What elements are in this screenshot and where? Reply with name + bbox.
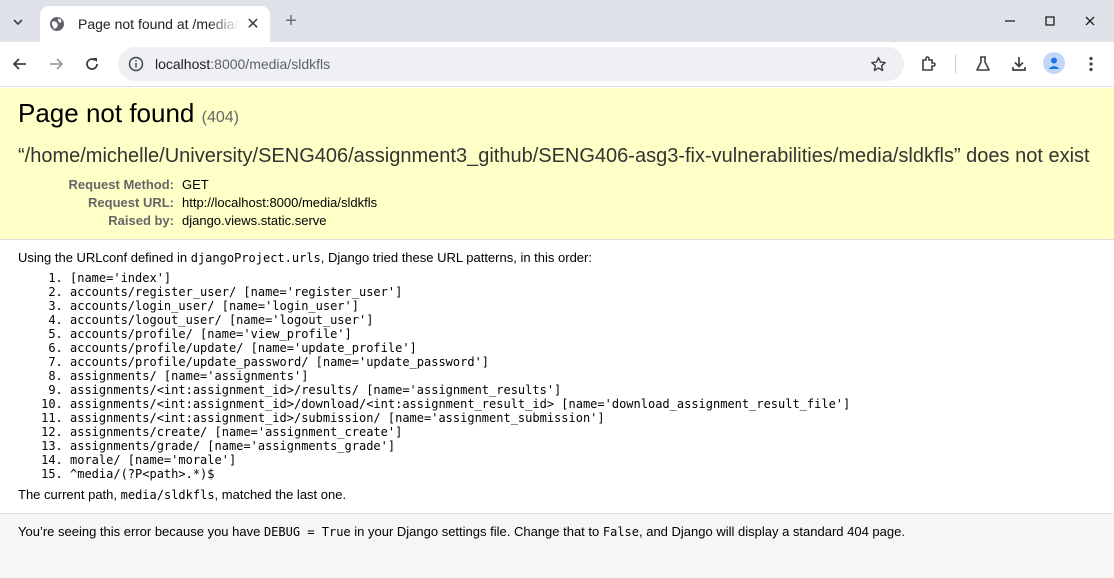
meta-label: Request Method: <box>68 177 174 192</box>
url-pattern-list: [name='index'] accounts/register_user/ [… <box>18 271 1096 481</box>
list-item: morale/ [name='morale'] <box>70 453 1096 467</box>
error-summary: Page not found (404) “/home/michelle/Uni… <box>0 88 1114 240</box>
list-item: assignments/create/ [name='assignment_cr… <box>70 425 1096 439</box>
list-item: accounts/profile/update/ [name='update_p… <box>70 341 1096 355</box>
current-path: media/sldkfls <box>120 488 215 502</box>
list-item: accounts/logout_user/ [name='logout_user… <box>70 313 1096 327</box>
url-host: localhost <box>155 56 211 72</box>
error-code: (404) <box>201 109 239 126</box>
url-patterns-info: Using the URLconf defined in djangoProje… <box>0 240 1114 503</box>
new-tab-icon[interactable]: + <box>280 10 302 32</box>
tab-active[interactable]: Page not found at /media/sldkfls ✕ <box>40 6 270 42</box>
kebab-menu-icon[interactable] <box>1080 53 1102 75</box>
intro-text-end: , Django tried these URL patterns, in th… <box>320 250 592 265</box>
list-item: assignments/<int:assignment_id>/results/… <box>70 383 1096 397</box>
star-icon[interactable] <box>868 54 888 74</box>
urlconf-intro: Using the URLconf defined in djangoProje… <box>18 250 1096 266</box>
page-title: Page not found (404) <box>18 98 1096 133</box>
meta-value: django.views.static.serve <box>182 213 327 228</box>
explanation-middle: in your Django settings file. Change tha… <box>350 524 603 539</box>
intro-text: Using the URLconf defined in <box>18 250 191 265</box>
list-item: [name='index'] <box>70 271 1096 285</box>
download-icon[interactable] <box>1008 53 1030 75</box>
address-bar[interactable]: localhost:8000/media/sldkfls <box>118 47 904 81</box>
url-path: :8000/media/sldkfls <box>210 56 331 72</box>
list-item: assignments/<int:assignment_id>/submissi… <box>70 411 1096 425</box>
meta-row: Request URL: http://localhost:8000/media… <box>22 194 377 212</box>
error-heading: Page not found <box>18 98 195 128</box>
chevron-down-icon[interactable] <box>6 10 30 34</box>
current-text: The current path, <box>18 487 121 502</box>
info-icon[interactable] <box>126 54 146 74</box>
arrow-right-icon[interactable] <box>44 52 68 76</box>
maximize-icon[interactable] <box>1039 10 1061 32</box>
debug-explanation: You’re seeing this error because you hav… <box>0 513 1114 578</box>
list-item: assignments/ [name='assignments'] <box>70 369 1096 383</box>
current-path-note: The current path, media/sldkfls, matched… <box>18 487 1096 503</box>
reload-icon[interactable] <box>80 52 104 76</box>
puzzle-icon[interactable] <box>918 53 940 75</box>
meta-row: Raised by: django.views.static.serve <box>22 212 377 230</box>
list-item: assignments/grade/ [name='assignments_gr… <box>70 439 1096 453</box>
person-icon[interactable] <box>1043 52 1065 74</box>
meta-row: Request Method: GET <box>22 176 377 194</box>
meta-label: Raised by: <box>108 213 174 228</box>
list-item: accounts/register_user/ [name='register_… <box>70 285 1096 299</box>
url-text: localhost:8000/media/sldkfls <box>155 56 330 72</box>
debug-setting: DEBUG = True <box>263 525 351 539</box>
list-item: accounts/profile/update_password/ [name=… <box>70 355 1096 369</box>
flask-icon[interactable] <box>972 53 994 75</box>
explanation-end: , and Django will display a standard 404… <box>639 524 905 539</box>
page-content: Page not found (404) “/home/michelle/Uni… <box>0 88 1114 578</box>
globe-icon <box>49 16 65 32</box>
explanation-text: You’re seeing this error because you hav… <box>18 524 1096 540</box>
meta-label: Request URL: <box>88 195 174 210</box>
request-meta-table: Request Method: GET Request URL: http://… <box>22 176 378 230</box>
list-item: ^media/(?P<path>.*)$ <box>70 467 1096 481</box>
browser-toolbar: localhost:8000/media/sldkfls <box>0 42 1114 87</box>
error-message: “/home/michelle/University/SENG406/assig… <box>18 145 1090 167</box>
list-item: accounts/login_user/ [name='login_user'] <box>70 299 1096 313</box>
minimize-icon[interactable] <box>999 10 1021 32</box>
explanation-start: You’re seeing this error because you hav… <box>18 524 264 539</box>
current-text-end: , matched the last one. <box>214 487 347 502</box>
tab-strip: Page not found at /media/sldkfls ✕ + <box>0 0 1114 42</box>
list-item: accounts/profile/ [name='view_profile'] <box>70 327 1096 341</box>
tab-title: Page not found at /media/sldkfls <box>78 16 240 32</box>
toolbar-divider <box>955 55 956 73</box>
list-item: assignments/<int:assignment_id>/download… <box>70 397 1096 411</box>
window-close-icon[interactable] <box>1079 10 1101 32</box>
meta-value: http://localhost:8000/media/sldkfls <box>182 195 378 210</box>
close-icon[interactable]: ✕ <box>244 15 262 33</box>
false-setting: False <box>602 525 639 539</box>
meta-value: GET <box>182 177 209 192</box>
arrow-left-icon[interactable] <box>8 52 32 76</box>
urlconf-name: djangoProject.urls <box>190 251 321 265</box>
